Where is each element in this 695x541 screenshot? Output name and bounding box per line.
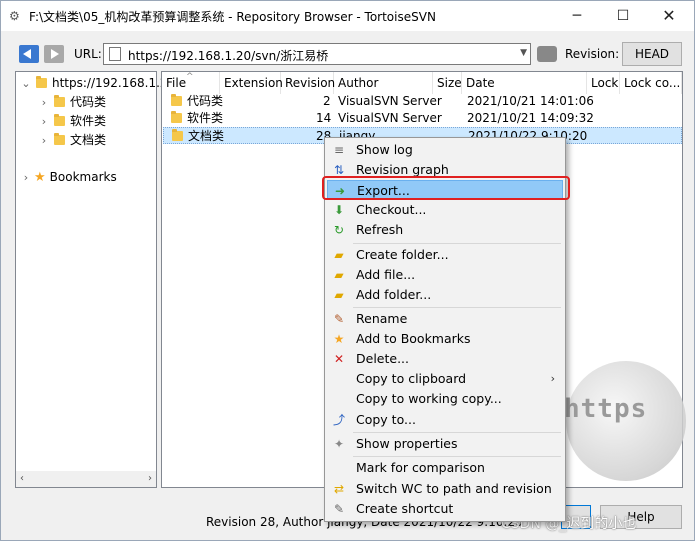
chevron-right-icon[interactable]: › [38,93,50,112]
delete-icon: ✕ [333,352,345,366]
chevron-right-icon[interactable]: › [20,168,32,187]
title-bar: ⚙ F:\文档类\05_机构改革预算调整系统 - Repository Brow… [1,1,694,31]
url-combobox[interactable]: https://192.168.1.20/svn/浙江易桥 ▼ [103,43,531,65]
url-label: URL: [74,47,102,61]
window-title: F:\文档类\05_机构改革预算调整系统 - Repository Browse… [29,10,436,24]
copy-to-icon: ⤴ [332,413,345,427]
https-watermark-text: https [564,394,648,424]
tree-root-label: https://192.168.1.2 [52,76,168,90]
create-folder-icon: ▰ [334,248,344,262]
rename-icon: ✎ [333,312,345,326]
folder-icon [172,129,183,141]
checkout-icon: ⬇ [333,203,345,217]
star-icon: ★ [34,170,46,185]
table-row[interactable]: 软件类 14 VisualSVN Server 2021/10/21 14:09… [163,110,682,127]
menu-item-mark-for-comparison[interactable]: Mark for comparison [327,458,563,478]
revision-icon[interactable] [537,46,557,62]
minimize-button[interactable]: ─ [554,1,600,31]
column-extension[interactable]: Extension [220,72,283,94]
chevron-down-icon[interactable]: ▼ [520,48,527,58]
table-row[interactable]: 代码类 2 VisualSVN Server 2021/10/21 14:01:… [163,93,682,110]
document-icon [109,47,121,61]
tree-item-label: 代码类 [70,95,107,109]
tree-root[interactable]: ⌄ https://192.168.1.2 [20,74,168,93]
tree-item-2[interactable]: › 文档类 [38,131,106,150]
tree-bookmarks[interactable]: › ★ Bookmarks [20,168,117,187]
menu-item-create-shortcut[interactable]: ✎ Create shortcut [327,499,563,519]
revision-label: Revision: [565,47,620,61]
tree-item-label: 软件类 [70,114,107,128]
menu-item-add-folder[interactable]: ▰ Add folder... [327,285,563,305]
column-lock[interactable]: Lock [587,72,620,94]
toolbar: URL: https://192.168.1.20/svn/浙江易桥 ▼ Rev… [1,39,694,69]
chevron-down-icon[interactable]: ⌄ [20,74,32,93]
column-date[interactable]: Date [462,72,587,94]
add-file-icon: ▰ [334,268,344,282]
forward-arrow-icon[interactable] [44,45,64,63]
menu-item-show-log[interactable]: ≡ Show log [327,140,563,160]
repository-tree[interactable]: ⌄ https://192.168.1.2 › 代码类 › 软件类 › 文档类 › ★ Bo… [15,71,168,488]
log-icon: ≡ [333,143,345,157]
scroll-left-icon[interactable]: ‹ [20,473,24,484]
menu-item-add-file[interactable]: ▰ Add file... [327,265,563,285]
folder-icon [36,76,47,88]
menu-item-switch-wc[interactable]: ⇄ Switch WC to path and revision [327,479,563,499]
close-button[interactable]: ✕ [646,1,692,31]
column-file[interactable]: File ^ [162,72,220,94]
menu-item-delete[interactable]: ✕ Delete... [327,349,563,369]
menu-separator [353,243,561,244]
menu-separator [353,432,561,433]
horizontal-scrollbar[interactable]: ‹ › [16,471,156,487]
back-arrow-icon[interactable] [19,45,39,63]
menu-item-add-to-bookmarks[interactable]: ★ Add to Bookmarks [327,329,563,349]
column-revision[interactable]: Revision [281,72,335,94]
menu-separator [353,456,561,457]
menu-item-checkout[interactable]: ⬇ Checkout... [327,200,563,220]
folder-icon [54,114,65,126]
menu-separator [353,307,561,308]
refresh-icon: ↻ [333,223,345,237]
chevron-right-icon[interactable]: › [38,131,50,150]
tree-item-label: 文档类 [70,133,107,147]
menu-item-copy-to-clipboard[interactable]: Copy to clipboard › [327,369,563,389]
properties-icon: ✦ [333,437,345,451]
menu-item-refresh[interactable]: ↻ Refresh [327,220,563,240]
folder-icon [54,133,65,145]
column-author[interactable]: Author [334,72,433,94]
menu-item-rename[interactable]: ✎ Rename [327,309,563,329]
folder-icon [171,94,182,106]
head-button[interactable]: HEAD [622,42,682,66]
url-input[interactable]: https://192.168.1.20/svn/浙江易桥 [128,47,328,64]
submenu-arrow-icon: › [550,372,555,385]
menu-item-copy-to-working-copy[interactable]: Copy to working copy... [327,389,563,409]
bookmarks-label: Bookmarks [49,170,117,184]
highlight-box-export [322,176,570,200]
menu-item-create-folder[interactable]: ▰ Create folder... [327,245,563,265]
menu-item-copy-to[interactable]: ⤴ Copy to... [327,410,563,430]
star-icon: ★ [333,332,345,346]
add-folder-icon: ▰ [334,288,344,302]
sort-ascending-icon: ^ [186,72,194,82]
column-lock-comment[interactable]: Lock co... [620,72,682,94]
shortcut-icon: ✎ [333,502,345,516]
switch-icon: ⇄ [333,482,345,496]
tree-item-1[interactable]: › 软件类 [38,112,106,131]
tortoisesvn-icon: ⚙ [9,9,20,23]
folder-icon [54,95,65,107]
maximize-button[interactable]: ☐ [600,1,646,31]
column-size[interactable]: Size [433,72,462,94]
scroll-right-icon[interactable]: › [148,473,152,484]
chevron-right-icon[interactable]: › [38,112,50,131]
folder-icon [171,111,182,123]
tree-item-0[interactable]: › 代码类 [38,93,106,112]
menu-item-show-properties[interactable]: ✦ Show properties [327,434,563,454]
repository-browser-window: ⚙ F:\文档类\05_机构改革预算调整系统 - Repository Brow… [0,0,695,541]
